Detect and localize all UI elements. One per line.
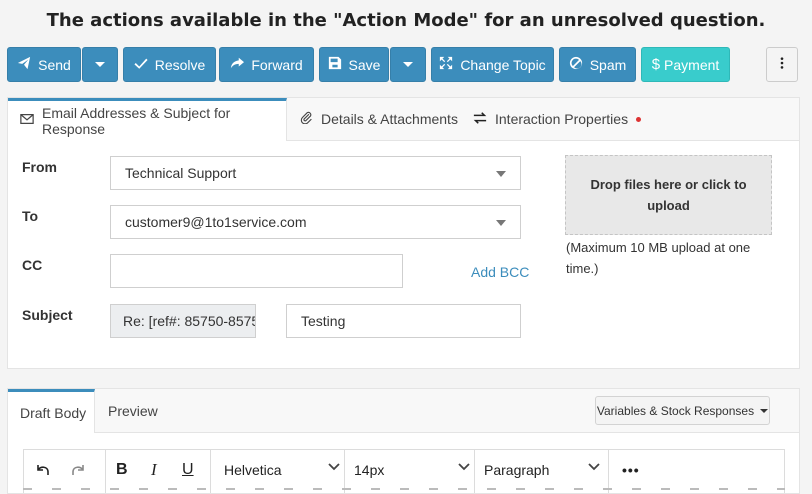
more-tools-icon[interactable]: ••• (622, 458, 640, 482)
from-label: From (22, 159, 57, 175)
change-topic-label: Change Topic (460, 56, 546, 73)
font-size-select[interactable]: 14px (354, 458, 384, 482)
more-options-button[interactable] (766, 47, 798, 82)
from-select[interactable]: Technical Support (110, 156, 521, 190)
tab-details-label: Details & Attachments (321, 111, 458, 127)
underline-icon[interactable]: U (182, 458, 194, 482)
ellipsis-vertical-icon (775, 56, 789, 73)
spam-label: Spam (589, 56, 627, 73)
expand-arrows-icon (439, 56, 453, 73)
resolve-label: Resolve (154, 56, 206, 73)
tab-preview-label: Preview (108, 403, 158, 419)
font-family-select[interactable]: Helvetica (224, 458, 282, 482)
subject-label: Subject (22, 307, 73, 323)
bold-icon[interactable]: B (116, 458, 128, 482)
response-panel: Email Addresses & Subject for Response D… (7, 97, 800, 369)
subject-input[interactable]: Testing (286, 304, 521, 338)
tab-strip-border (286, 140, 799, 141)
subject-value: Testing (301, 313, 346, 329)
italic-icon[interactable]: I (151, 458, 157, 482)
exchange-arrows-icon (473, 111, 487, 128)
tab-draft-label: Draft Body (20, 404, 87, 421)
save-label: Save (348, 56, 381, 73)
chevron-down-icon (328, 459, 340, 471)
tab-details-attachments[interactable]: Details & Attachments (300, 98, 458, 140)
send-dropdown-button[interactable] (82, 47, 118, 82)
caret-down-icon (403, 62, 413, 67)
to-label: To (22, 208, 39, 224)
add-bcc-link[interactable]: Add BCC (471, 264, 529, 280)
send-label: Send (38, 56, 71, 73)
payment-label: Payment (664, 56, 720, 73)
page-caption: The actions available in the "Action Mod… (46, 10, 766, 31)
resolve-button[interactable]: Resolve (123, 47, 216, 82)
variables-stock-responses-button[interactable]: Variables & Stock Responses (595, 396, 770, 425)
send-button[interactable]: Send (7, 47, 81, 82)
tab-draft-body[interactable]: Draft Body (8, 389, 95, 433)
alert-dot-icon (636, 116, 642, 122)
check-icon (134, 56, 148, 73)
spam-button[interactable]: Spam (559, 47, 636, 82)
chevron-down-icon (458, 459, 470, 471)
to-select[interactable]: customer9@1to1service.com (110, 205, 521, 239)
chevron-down-icon (588, 459, 600, 471)
draft-panel: Draft Body Preview Variables & Stock Res… (7, 388, 800, 494)
ban-icon (569, 56, 583, 73)
dollar-icon: $ (651, 56, 661, 73)
caret-down-icon (95, 62, 105, 67)
subject-prefix-value: Re: [ref#: 85750-85750] (123, 313, 255, 329)
save-button[interactable]: Save (319, 47, 389, 82)
chevron-down-icon (496, 220, 506, 226)
paperclip-icon (300, 111, 313, 127)
change-topic-button[interactable]: Change Topic (431, 47, 554, 82)
payment-button[interactable]: $ Payment (641, 47, 730, 82)
forward-label: Forward (251, 56, 303, 73)
redo-icon[interactable] (69, 458, 87, 482)
from-value: Technical Support (125, 165, 237, 181)
variables-label: Variables & Stock Responses (596, 403, 755, 418)
cc-input[interactable] (110, 254, 403, 288)
tab-email-label: Email Addresses & Subject for Response (42, 104, 231, 137)
upload-limit-note: (Maximum 10 MB upload at one time.) (566, 240, 751, 276)
undo-icon[interactable] (34, 458, 52, 482)
forward-button[interactable]: Forward (219, 47, 314, 82)
tab-interaction-properties[interactable]: Interaction Properties (473, 98, 642, 140)
editor-divider (23, 488, 785, 490)
tab-email-addresses[interactable]: Email Addresses & Subject for Response (8, 98, 287, 140)
chevron-down-icon (496, 171, 506, 177)
tab-preview[interactable]: Preview (108, 389, 158, 433)
floppy-disk-icon (328, 56, 342, 73)
block-format-select[interactable]: Paragraph (484, 458, 549, 482)
paper-plane-icon (17, 56, 31, 73)
subject-prefix-field: Re: [ref#: 85750-85750] (110, 304, 256, 338)
to-value: customer9@1to1service.com (125, 214, 307, 230)
share-arrow-icon (230, 56, 245, 73)
caret-down-icon (760, 408, 769, 413)
envelope-icon (20, 112, 34, 129)
cc-label: CC (22, 257, 43, 273)
file-dropzone[interactable]: Drop files here or click to upload (565, 155, 772, 235)
tab-interaction-label: Interaction Properties (495, 111, 629, 127)
save-dropdown-button[interactable] (390, 47, 426, 82)
dropzone-text: Drop files here or click to upload (590, 177, 747, 213)
action-toolbar: Send Resolve Forward Save Change Topic S… (7, 47, 806, 83)
